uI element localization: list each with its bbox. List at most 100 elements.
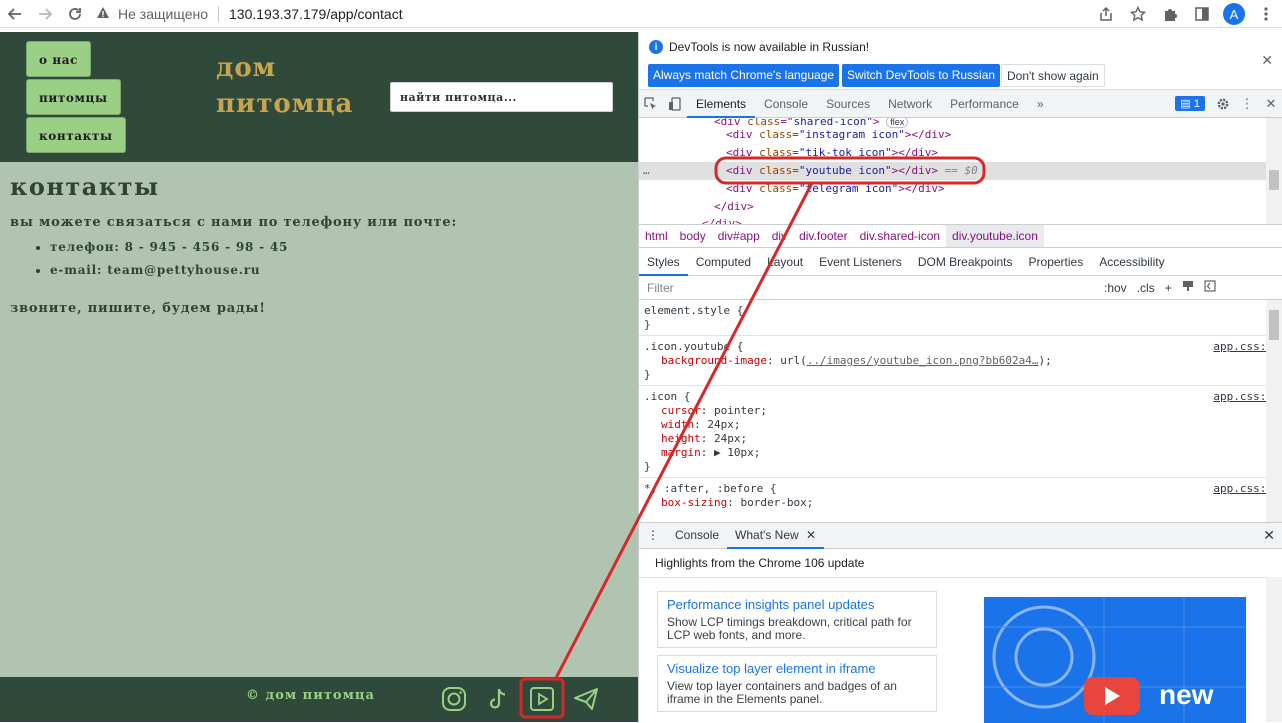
close-icon[interactable]: ✕ [1261, 52, 1273, 69]
bookmark-star-icon[interactable] [1122, 0, 1154, 28]
crumb-div-app[interactable]: div#app [712, 225, 766, 247]
tab-accessibility[interactable]: Accessibility [1091, 248, 1172, 276]
profile-avatar[interactable]: A [1218, 0, 1250, 28]
css-declaration[interactable]: width: 24px; [644, 418, 1261, 432]
crumb-div-shared-icon[interactable]: div.shared-icon [854, 225, 946, 247]
crumb-html[interactable]: html [639, 225, 674, 247]
devtools-menu-icon[interactable]: ⋮ [1235, 90, 1259, 118]
more-tabs-button[interactable]: » [1028, 90, 1053, 118]
dom-close-div[interactable]: </div> [702, 215, 742, 224]
whats-new-card[interactable]: Performance insights panel updates Show … [657, 591, 937, 648]
tab-elements[interactable]: Elements [687, 90, 756, 118]
match-language-button[interactable]: Always match Chrome's language [648, 64, 840, 87]
scrollbar-thumb[interactable] [1269, 310, 1279, 340]
rule-element-style[interactable]: element.style { } [639, 300, 1267, 336]
card-title[interactable]: Performance insights panel updates [667, 597, 927, 612]
css-declaration[interactable]: height: 24px; [644, 432, 1261, 446]
devtools-tabs: Elements Console Sources Network Perform… [639, 90, 1282, 118]
tiktok-icon[interactable] [485, 686, 511, 712]
tab-performance[interactable]: Performance [941, 90, 1028, 118]
back-arrow-icon[interactable] [0, 0, 30, 28]
source-link[interactable]: app.css:6 [1213, 340, 1267, 353]
crumb-div[interactable]: div [766, 225, 793, 247]
instagram-icon[interactable] [441, 686, 467, 712]
tab-console[interactable]: Console [755, 90, 817, 118]
nav-pets-button[interactable]: питомцы [26, 79, 121, 115]
pet-search-input[interactable]: найти питомца... [390, 82, 613, 112]
promo-banner[interactable]: new [984, 597, 1246, 723]
dont-show-again-button[interactable]: Don't show again [1001, 64, 1105, 87]
inspect-element-icon[interactable] [639, 90, 663, 118]
rule-icon[interactable]: .icon { cursor: pointer; width: 24px; he… [639, 386, 1267, 478]
tab-network[interactable]: Network [879, 90, 941, 118]
infobar-text: DevTools is now available in Russian! [669, 40, 870, 54]
styles-filter-input[interactable]: Filter [647, 281, 1099, 295]
styles-scrollbar[interactable] [1266, 300, 1282, 522]
paint-bucket-icon[interactable] [1177, 280, 1199, 295]
css-declaration[interactable]: box-sizing: border-box; [644, 496, 1261, 510]
toggle-sidebar-icon[interactable] [1199, 280, 1221, 295]
reload-icon[interactable] [60, 0, 90, 28]
new-rule-plus-icon[interactable]: + [1160, 281, 1177, 295]
security-label[interactable]: Не защищено [118, 6, 208, 22]
css-declaration[interactable]: background-image: url(../images/youtube_… [644, 354, 1261, 368]
rule-universal[interactable]: *, :after, :before { box-sizing: border-… [639, 478, 1267, 513]
email-item[interactable]: e-mail: team@pettyhouse.ru [50, 263, 630, 277]
youtube-icon[interactable] [529, 686, 555, 712]
issues-badge[interactable]: ▤ 1 [1175, 96, 1205, 111]
forward-arrow-icon[interactable] [30, 0, 60, 28]
hover-state-toggle[interactable]: :hov [1099, 281, 1132, 295]
drawer-tab-console[interactable]: Console [667, 522, 727, 549]
css-declaration[interactable]: margin: ▶ 10px; [644, 446, 1261, 460]
class-toggle[interactable]: .cls [1132, 281, 1160, 295]
crumb-div-footer[interactable]: div.footer [793, 225, 853, 247]
styles-pane: element.style { } .icon.youtube { backgr… [639, 300, 1267, 522]
tab-dom-breakpoints[interactable]: DOM Breakpoints [910, 248, 1021, 276]
tab-layout[interactable]: Layout [759, 248, 811, 276]
dom-node-telegram[interactable]: <div class="telegram icon"></div> [726, 180, 945, 198]
close-drawer-icon[interactable]: ✕ [1255, 522, 1282, 549]
drawer-menu-icon[interactable]: ⋮ [639, 522, 667, 549]
extensions-puzzle-icon[interactable] [1154, 0, 1186, 28]
device-toolbar-icon[interactable] [663, 90, 687, 118]
source-link[interactable]: app.css:6 [1213, 390, 1267, 403]
close-devtools-icon[interactable]: ✕ [1259, 90, 1282, 118]
share-icon[interactable] [1090, 0, 1122, 28]
css-declaration[interactable]: cursor: pointer; [644, 404, 1261, 418]
dom-node-youtube[interactable]: <div class="youtube icon"></div> == $0 [726, 162, 978, 180]
url-text[interactable]: 130.193.37.179/app/contact [229, 6, 403, 22]
close-tab-icon[interactable]: ✕ [806, 528, 816, 542]
address-bar[interactable]: Не защищено 130.193.37.179/app/contact [96, 0, 403, 28]
telegram-icon[interactable] [573, 686, 599, 712]
crumb-div-youtube-icon[interactable]: div.youtube.icon [946, 225, 1044, 247]
nav-about-button[interactable]: о нас [26, 41, 92, 77]
card-title[interactable]: Visualize top layer element in iframe [667, 661, 927, 676]
tab-styles[interactable]: Styles [639, 248, 688, 276]
rule-icon-youtube[interactable]: .icon.youtube { background-image: url(..… [639, 336, 1267, 386]
scrollbar-thumb[interactable] [1269, 170, 1279, 190]
tab-computed[interactable]: Computed [688, 248, 759, 276]
drawer-tabs: ⋮ Console What's New ✕ ✕ [639, 522, 1282, 549]
tab-sources[interactable]: Sources [817, 90, 879, 118]
side-panel-icon[interactable] [1186, 0, 1218, 28]
nav-contacts-button[interactable]: контакты [26, 117, 126, 153]
dom-ellipsis-icon[interactable]: … [643, 162, 650, 180]
whats-new-scrollbar[interactable] [1266, 577, 1282, 722]
dom-scrollbar[interactable] [1266, 118, 1282, 224]
rule-close: } [644, 460, 651, 473]
dom-node-tiktok[interactable]: <div class="tik-tok icon"></div> [726, 144, 938, 162]
crumb-body[interactable]: body [674, 225, 712, 247]
more-menu-icon[interactable] [1250, 0, 1282, 28]
dom-node-instagram[interactable]: <div class="instagram icon"></div> [726, 126, 951, 144]
switch-russian-button[interactable]: Switch DevTools to Russian [842, 64, 1001, 87]
settings-gear-icon[interactable] [1211, 90, 1235, 118]
dom-close-div[interactable]: </div> [714, 198, 754, 216]
rule-close: } [644, 368, 651, 381]
tab-properties[interactable]: Properties [1021, 248, 1092, 276]
breadcrumb: html body div#app div div.footer div.sha… [639, 224, 1282, 248]
whats-new-card[interactable]: Visualize top layer element in iframe Vi… [657, 655, 937, 712]
image-url-link[interactable]: ../images/youtube_icon.png?bb602a4… [807, 354, 1039, 367]
drawer-tab-whats-new[interactable]: What's New ✕ [727, 522, 825, 549]
source-link[interactable]: app.css:6 [1213, 482, 1267, 495]
tab-event-listeners[interactable]: Event Listeners [811, 248, 910, 276]
